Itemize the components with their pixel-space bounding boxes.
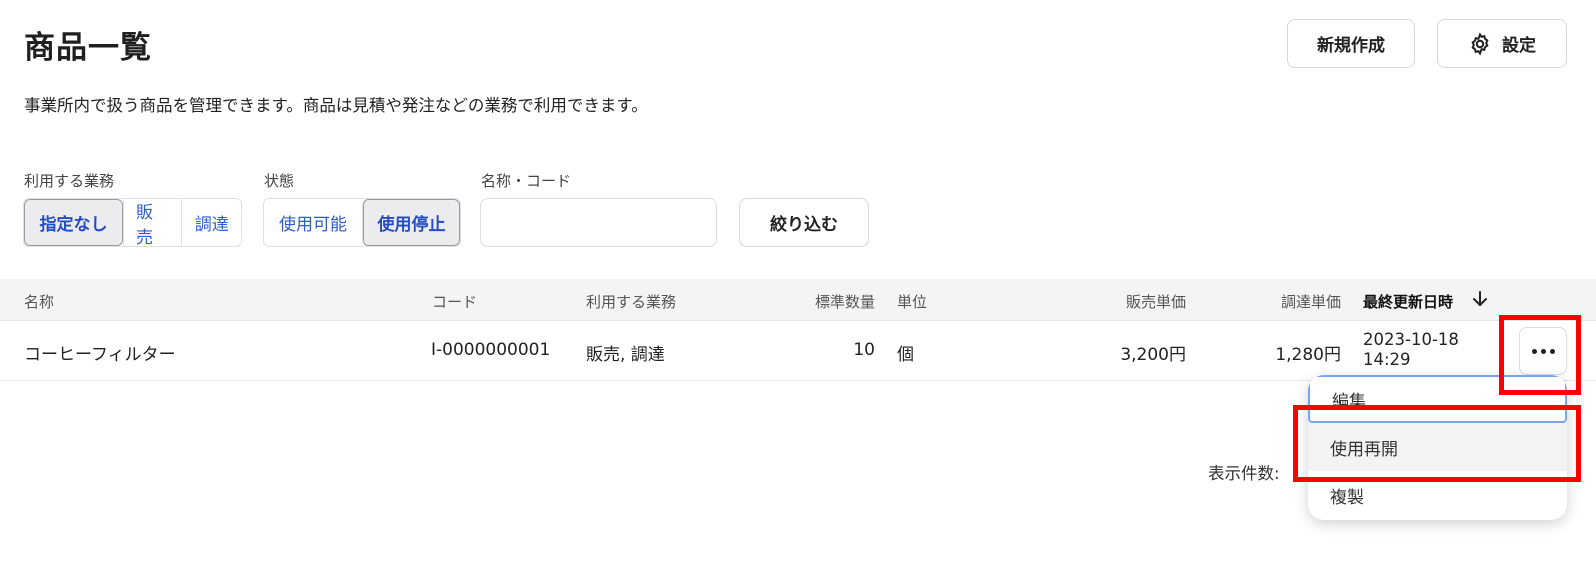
apply-filter-label: 絞り込む <box>770 215 838 234</box>
name-code-filter-label: 名称・コード <box>481 172 572 190</box>
highlight-resume-item <box>1293 405 1581 482</box>
cell-last-updated: 2023-10-18 14:29 <box>1363 330 1459 369</box>
business-segmented-control: 指定なし 販売 調達 <box>23 198 242 247</box>
apply-filter-button[interactable]: 絞り込む <box>739 198 869 247</box>
cell-sale-price: 3,200円 <box>1120 345 1186 365</box>
settings-button[interactable]: 設定 <box>1437 19 1567 68</box>
new-product-label: 新規作成 <box>1317 36 1385 55</box>
page-title: 商品一覧 <box>24 30 152 66</box>
gear-icon <box>1471 31 1489 56</box>
arrow-down-icon[interactable] <box>1471 289 1489 309</box>
status-option-suspended[interactable]: 使用停止 <box>362 199 460 246</box>
product-list-page: 商品一覧 事業所内で扱う商品を管理できます。商品は見積や発注などの業務で利用でき… <box>0 0 1596 568</box>
status-option-available[interactable]: 使用可能 <box>264 199 362 246</box>
status-segmented-control: 使用可能 使用停止 <box>263 198 461 247</box>
new-product-button[interactable]: 新規作成 <box>1287 19 1415 68</box>
cell-code: I-0000000001 <box>431 340 551 360</box>
cell-purchase-price: 1,280円 <box>1275 345 1341 365</box>
column-purchase-price[interactable]: 調達単価 <box>1230 291 1341 312</box>
status-filter-label: 状態 <box>264 172 295 190</box>
column-business[interactable]: 利用する業務 <box>586 291 676 312</box>
page-description: 事業所内で扱う商品を管理できます。商品は見積や発注などの業務で利用できます。 <box>24 96 648 115</box>
cell-unit: 個 <box>897 345 914 365</box>
column-sale-price[interactable]: 販売単価 <box>1050 291 1186 312</box>
cell-standard-quantity: 10 <box>853 340 875 360</box>
business-option-sales[interactable]: 販売 <box>122 199 182 246</box>
table-header: 名称 コード 利用する業務 標準数量 単位 販売単価 調達単価 最終更新日時 <box>0 279 1596 321</box>
name-code-input[interactable] <box>509 199 716 246</box>
page-size-label: 表示件数: <box>1208 464 1280 483</box>
highlight-actions-button <box>1499 315 1581 395</box>
cell-name: コーヒーフィルター <box>24 345 176 365</box>
column-name[interactable]: 名称 <box>24 291 54 312</box>
name-code-search <box>480 198 717 247</box>
column-unit[interactable]: 単位 <box>897 291 927 312</box>
settings-label: 設定 <box>1502 36 1536 55</box>
cell-business: 販売, 調達 <box>586 345 665 365</box>
column-last-updated[interactable]: 最終更新日時 <box>1363 291 1453 312</box>
business-option-none[interactable]: 指定なし <box>24 199 123 246</box>
business-filter-label: 利用する業務 <box>24 172 115 190</box>
column-code[interactable]: コード <box>432 291 477 312</box>
business-option-procurement[interactable]: 調達 <box>181 199 241 246</box>
table-row[interactable]: コーヒーフィルター I-0000000001 販売, 調達 10 個 3,200… <box>0 321 1596 381</box>
column-standard-quantity[interactable]: 標準数量 <box>775 291 875 312</box>
